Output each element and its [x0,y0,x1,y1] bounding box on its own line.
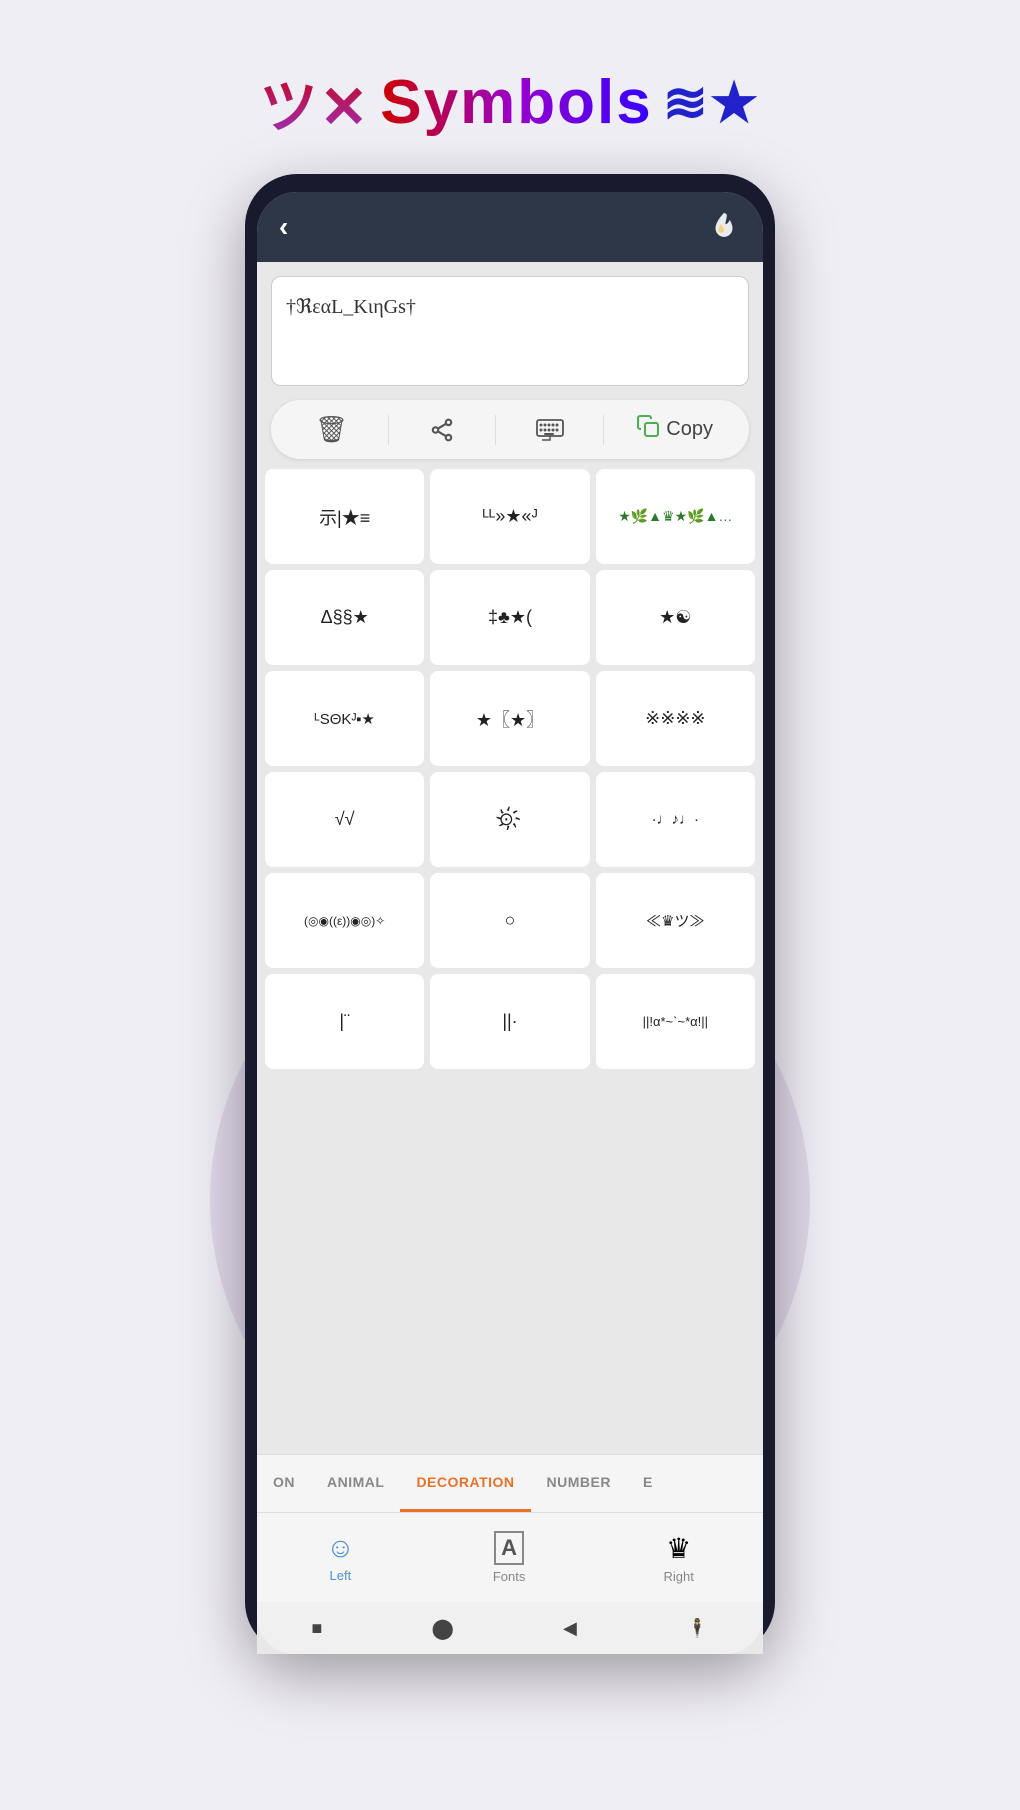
text-input-box[interactable]: †ℜεαL_KιηGs† [271,276,749,386]
fonts-icon: A [494,1531,524,1565]
top-bar: ‹ [257,192,763,262]
crown-icon: ♛ [666,1532,691,1565]
symbol-cell-4-3[interactable]: ·♩♪♩· [596,772,755,867]
grid-row-1: 示|★≡ ᴸᴸ»★«ᴶ ★🌿▲♛★🌿▲… [265,469,755,564]
sys-person[interactable]: 🕴 [686,1618,708,1639]
title-katakana: ツ✕ [260,60,371,144]
symbol-cell-4-2[interactable]: ⊙҉ [430,772,589,867]
app-title: ツ✕ Symbols ≋★ [260,60,761,144]
copy-icon [636,414,660,445]
nav-right-label: Right [664,1569,694,1584]
input-text: †ℜεαL_KιηGs† [286,296,416,318]
grid-row-4: √√ ⊙҉ ·♩♪♩· [265,772,755,867]
symbols-grid: 示|★≡ ᴸᴸ»★«ᴶ ★🌿▲♛★🌿▲… Δ§§★ ‡♣★( ★☯ ᴸSΘKᴶ▪… [257,469,763,1454]
symbol-cell-3-1[interactable]: ᴸSΘKᴶ▪★ [265,671,424,766]
sys-circle[interactable]: ⬤ [432,1616,454,1641]
title-symbols: Symbols [380,67,652,138]
system-nav: ■ ⬤ ◀ 🕴 [257,1602,763,1654]
nav-left-label: Left [330,1568,352,1583]
action-bar: 🗑 [271,400,749,459]
copy-label: Copy [666,418,713,441]
keyboard-button[interactable] [528,415,572,445]
symbol-cell-5-1[interactable]: (◎◉((ε))◉◎)✧ [265,873,424,968]
divider-1 [388,415,389,445]
divider-2 [495,415,496,445]
category-tabs: ON ANIMAL DECORATION NUMBER E [257,1454,763,1512]
sys-square[interactable]: ■ [312,1618,323,1639]
smiley-icon: ☺ [326,1532,355,1564]
flame-icon[interactable] [707,210,741,244]
symbol-cell-2-3[interactable]: ★☯ [596,570,755,665]
symbol-cell-1-2[interactable]: ᴸᴸ»★«ᴶ [430,469,589,564]
delete-button[interactable]: 🗑 [307,410,356,449]
back-button[interactable]: ‹ [279,211,288,243]
tab-animal[interactable]: ANIMAL [311,1455,400,1512]
symbol-cell-1-3[interactable]: ★🌿▲♛★🌿▲… [596,469,755,564]
sys-triangle[interactable]: ◀ [563,1618,577,1639]
grid-row-6: |¨ ||· ||!α*~`~*α!|| [265,974,755,1069]
text-input-section: †ℜεαL_KιηGs† [257,262,763,400]
phone-screen: ‹ †ℜεαL_KιηGs† 🗑 [257,192,763,1654]
grid-row-5: (◎◉((ε))◉◎)✧ ○ ≪♛ツ≫ [265,873,755,968]
tab-number[interactable]: NUMBER [531,1455,627,1512]
symbol-cell-4-1[interactable]: √√ [265,772,424,867]
nav-left[interactable]: ☺ Left [326,1532,355,1583]
symbol-cell-2-2[interactable]: ‡♣★( [430,570,589,665]
symbol-cell-3-2[interactable]: ★〖★〗 [430,671,589,766]
phone-frame: ‹ †ℜεαL_KιηGs† 🗑 [245,174,775,1654]
symbol-cell-6-3[interactable]: ||!α*~`~*α!|| [596,974,755,1069]
nav-fonts[interactable]: A Fonts [493,1531,526,1584]
divider-3 [603,415,604,445]
symbol-cell-5-2[interactable]: ○ [430,873,589,968]
bottom-nav: ☺ Left A Fonts ♛ Right [257,1512,763,1602]
tab-decoration[interactable]: DECORATION [400,1455,530,1512]
grid-row-2: Δ§§★ ‡♣★( ★☯ [265,570,755,665]
grid-row-3: ᴸSΘKᴶ▪★ ★〖★〗 ※※※※ [265,671,755,766]
copy-button[interactable]: Copy [636,414,713,445]
title-right-symbols: ≋★ [663,71,761,134]
symbol-cell-1-1[interactable]: 示|★≡ [265,469,424,564]
symbol-cell-3-3[interactable]: ※※※※ [596,671,755,766]
symbol-cell-6-1[interactable]: |¨ [265,974,424,1069]
tab-on[interactable]: ON [257,1455,311,1512]
symbol-cell-2-1[interactable]: Δ§§★ [265,570,424,665]
nav-right[interactable]: ♛ Right [664,1532,694,1584]
nav-fonts-label: Fonts [493,1569,526,1584]
symbol-cell-5-3[interactable]: ≪♛ツ≫ [596,873,755,968]
share-button[interactable] [421,413,463,447]
symbol-cell-6-2[interactable]: ||· [430,974,589,1069]
tab-extra[interactable]: E [627,1455,669,1512]
